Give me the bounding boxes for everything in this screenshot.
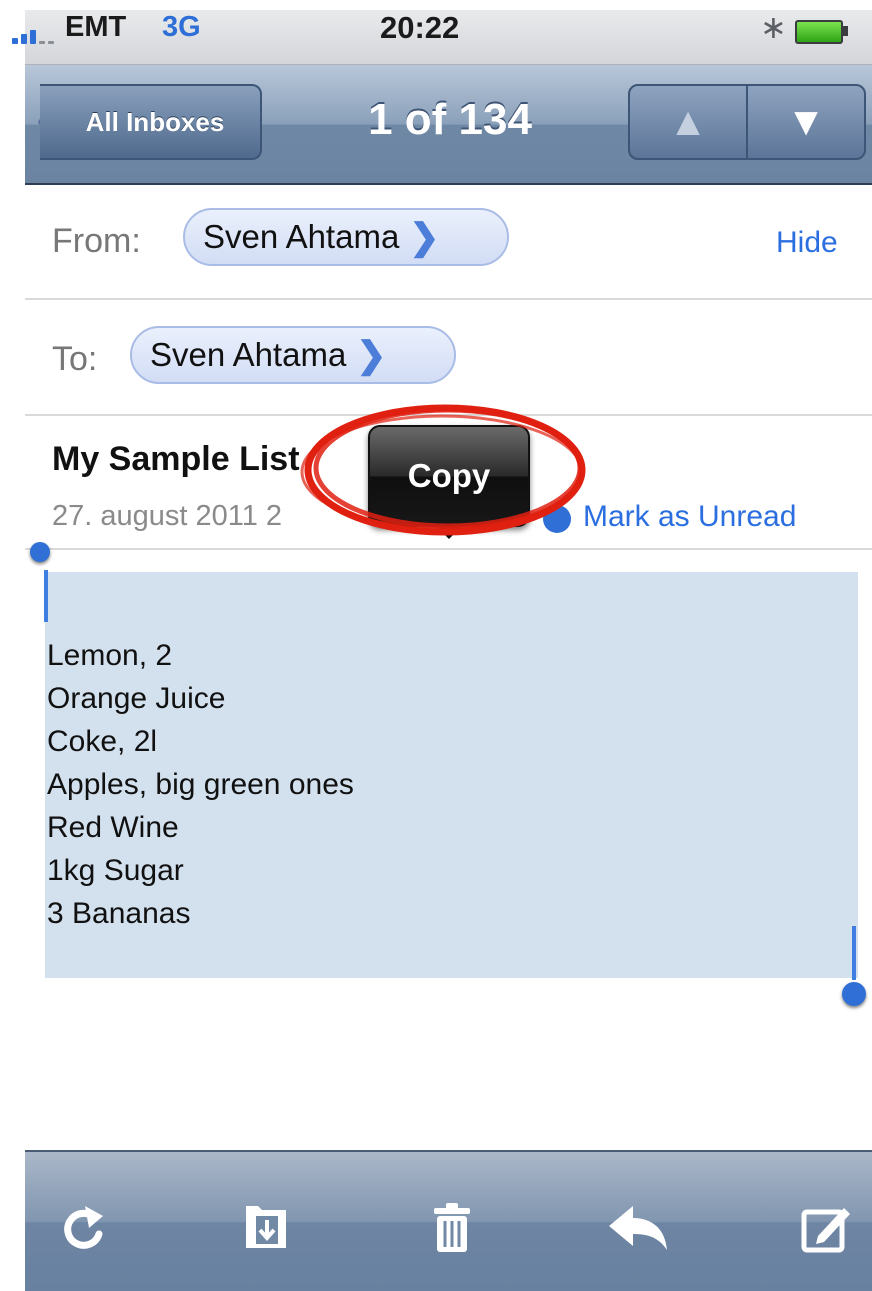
to-label: To: [52,340,98,378]
carrier-name: EMT [65,11,127,43]
selection-end-caret [852,926,856,980]
list-item: Orange Juice [47,682,226,715]
network-type: 3G [162,11,201,43]
message-nav-segmented-control: ▲ ▼ [628,84,866,160]
battery-icon [795,20,843,44]
list-item: Red Wine [47,811,179,844]
message-body[interactable]: Lemon, 2 Orange Juice Coke, 2l Apples, b… [47,634,354,935]
chevron-right-icon: ❯ [356,334,387,375]
all-inboxes-back-button[interactable]: All Inboxes [40,84,262,160]
message-date: 27. august 2011 2 [52,500,283,532]
selection-end-handle[interactable] [842,982,866,1006]
list-item: Lemon, 2 [47,639,173,672]
from-contact-chip[interactable]: Sven Ahtama ❯ [183,208,509,266]
previous-message-button[interactable]: ▲ [630,86,748,158]
signal-strength-icon [12,22,64,44]
up-arrow-icon: ▲ [668,99,708,144]
status-time: 20:22 [380,10,460,45]
down-arrow-icon: ▼ [786,99,826,144]
bluetooth-icon: ∗ [760,9,787,45]
move-to-folder-icon[interactable] [238,1200,294,1256]
list-item: Apples, big green ones [47,768,354,801]
chevron-right-icon: ❯ [409,216,440,257]
list-item: 1kg Sugar [47,854,184,887]
refresh-icon[interactable] [55,1200,111,1256]
trash-icon[interactable] [424,1200,480,1256]
compose-icon[interactable] [798,1200,854,1256]
to-contact-name: Sven Ahtama [150,336,347,373]
from-label: From: [52,222,141,260]
message-position-title: 1 of 134 [368,95,532,144]
message-subject: My Sample List [52,440,300,478]
hide-details-link[interactable]: Hide [776,226,838,260]
from-contact-name: Sven Ahtama [203,218,400,255]
red-annotation-circle [300,404,586,536]
battery-tip [843,26,848,36]
next-message-button[interactable]: ▼ [748,86,864,158]
mark-as-unread-link[interactable]: Mark as Unread [583,500,796,534]
divider [25,298,872,300]
to-contact-chip[interactable]: Sven Ahtama ❯ [130,326,456,384]
list-item: 3 Bananas [47,897,191,930]
selection-start-handle[interactable] [30,542,50,562]
list-item: Coke, 2l [47,725,158,758]
reply-icon[interactable] [605,1200,671,1256]
selection-start-caret [44,570,48,622]
